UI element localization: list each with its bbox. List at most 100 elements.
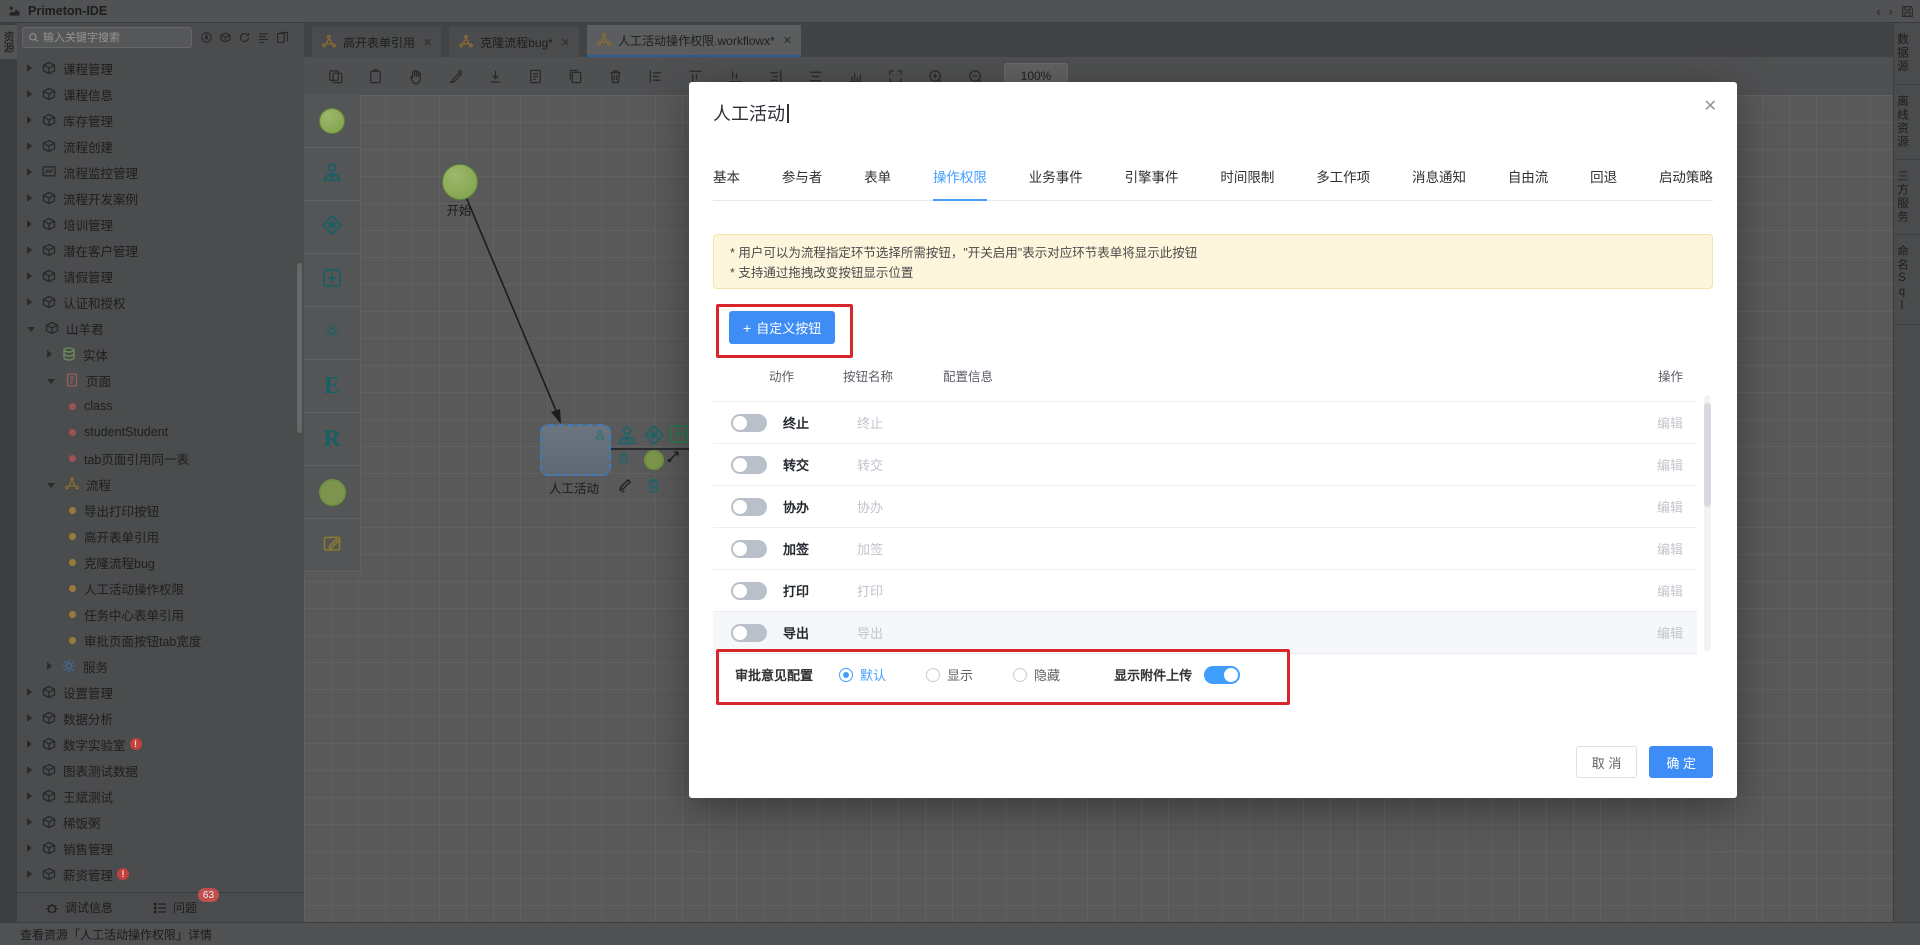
tree-item-审批页面按钮tab宽度[interactable]: 审批页面按钮tab宽度 <box>17 627 304 653</box>
tree-item-课程管理[interactable]: 课程管理 <box>17 55 304 81</box>
tree-item-销售管理[interactable]: 销售管理 <box>17 835 304 861</box>
chevron-right-icon[interactable] <box>27 90 32 98</box>
download-icon[interactable] <box>486 67 504 85</box>
tree-item-人工活动操作权限[interactable]: 人工活动操作权限 <box>17 575 304 601</box>
quick-subflow-plus[interactable] <box>668 423 690 445</box>
chevron-right-icon[interactable] <box>47 350 52 358</box>
tree-item-导出打印按钮[interactable]: 导出打印按钮 <box>17 497 304 523</box>
toggle-switch[interactable] <box>731 581 767 600</box>
quick-gateway-diamond[interactable] <box>643 424 665 446</box>
tree-item-库存管理[interactable]: 库存管理 <box>17 107 304 133</box>
tree-item-流程创建[interactable]: 流程创建 <box>17 133 304 159</box>
chevron-right-icon[interactable] <box>27 116 32 124</box>
close-tab-icon[interactable]: ✕ <box>783 34 792 47</box>
tree-item-数据分析[interactable]: 数据分析 <box>17 705 304 731</box>
chevron-right-icon[interactable] <box>27 64 32 72</box>
tree-item-流程[interactable]: 流程 <box>17 471 304 497</box>
close-tab-icon[interactable]: ✕ <box>561 36 570 49</box>
tree-item-页面[interactable]: 页面 <box>17 367 304 393</box>
sidebar-scrollbar[interactable] <box>297 263 302 433</box>
right-tab-三方服务[interactable]: 三方服务 <box>1894 160 1920 235</box>
attachment-upload-toggle[interactable] <box>1204 665 1241 684</box>
edit-link[interactable]: 编辑 <box>1603 497 1683 516</box>
table-scrollbar[interactable] <box>1704 395 1711 651</box>
clipboard-icon[interactable] <box>366 67 384 85</box>
align-left-icon[interactable] <box>646 67 664 85</box>
debug-info-button[interactable]: 调试信息 <box>45 899 113 916</box>
palette-participant[interactable] <box>304 148 360 201</box>
quick-gear[interactable] <box>616 450 632 466</box>
palette-glyph-E[interactable]: E <box>304 360 360 413</box>
tree-item-王斌测试[interactable]: 王斌测试 <box>17 783 304 809</box>
tree-item-任务中心表单引用[interactable]: 任务中心表单引用 <box>17 601 304 627</box>
palette-start-circle[interactable] <box>304 95 360 148</box>
dialog-tab-多工作项[interactable]: 多工作项 <box>1316 166 1370 200</box>
dialog-tab-消息通知[interactable]: 消息通知 <box>1412 166 1466 200</box>
start-node[interactable] <box>442 164 478 200</box>
quick-arrow-ne[interactable] <box>666 448 682 464</box>
chevron-right-icon[interactable] <box>27 766 32 774</box>
chevron-right-icon[interactable] <box>27 792 32 800</box>
chevron-right-icon[interactable] <box>27 298 32 306</box>
tree-item-薪资管理[interactable]: 薪资管理! <box>17 861 304 887</box>
tree-item-流程监控管理[interactable]: 流程监控管理 <box>17 159 304 185</box>
tree-item-培训管理[interactable]: 培训管理 <box>17 211 304 237</box>
cube-icon[interactable] <box>219 31 232 44</box>
toggle-switch[interactable] <box>731 497 767 516</box>
toggle-switch[interactable] <box>731 623 767 642</box>
chevron-right-icon[interactable] <box>27 220 32 228</box>
dialog-tab-启动策略[interactable]: 启动策略 <box>1659 166 1713 200</box>
right-tab-数据源[interactable]: 数据源 <box>1894 23 1920 85</box>
dialog-title[interactable]: 人工活动 <box>713 100 789 126</box>
trash-icon[interactable] <box>606 67 624 85</box>
tree-item-实体[interactable]: 实体 <box>17 341 304 367</box>
tree-item-设置管理[interactable]: 设置管理 <box>17 679 304 705</box>
tree-item-studentStudent[interactable]: studentStudent <box>17 419 304 445</box>
dialog-tab-参与者[interactable]: 参与者 <box>782 166 823 200</box>
cancel-button[interactable]: 取 消 <box>1575 746 1638 778</box>
document-icon[interactable] <box>526 67 544 85</box>
editor-tab[interactable]: 克隆流程bug* ✕ <box>449 27 580 57</box>
dialog-tab-回退[interactable]: 回退 <box>1590 166 1617 200</box>
refresh-icon[interactable] <box>238 31 251 44</box>
chevron-right-icon[interactable] <box>27 246 32 254</box>
tree-item-tab页面引用同一表[interactable]: tab页面引用同一表 <box>17 445 304 471</box>
nav-back-icon[interactable]: ‹ <box>1876 5 1880 18</box>
brush-icon[interactable] <box>446 67 464 85</box>
tree-item-认证和授权[interactable]: 认证和授权 <box>17 289 304 315</box>
editor-tab[interactable]: 高开表单引用 ✕ <box>312 27 442 57</box>
close-tab-icon[interactable]: ✕ <box>423 36 432 49</box>
chevron-down-icon[interactable] <box>47 482 55 488</box>
dialog-tab-操作权限[interactable]: 操作权限 <box>932 166 987 201</box>
chevron-right-icon[interactable] <box>47 662 52 670</box>
edit-link[interactable]: 编辑 <box>1603 581 1683 600</box>
chevron-down-icon[interactable] <box>27 326 35 332</box>
nav-forward-icon[interactable]: › <box>1889 5 1893 18</box>
tree-item-高开表单引用[interactable]: 高开表单引用 <box>17 523 304 549</box>
tree-item-数字实验室[interactable]: 数字实验室! <box>17 731 304 757</box>
tree-item-稀饭粥[interactable]: 稀饭粥 <box>17 809 304 835</box>
copy-icon[interactable] <box>326 67 344 85</box>
dialog-tab-时间限制[interactable]: 时间限制 <box>1220 166 1274 200</box>
palette-end-circle[interactable] <box>304 466 360 519</box>
dialog-tab-表单[interactable]: 表单 <box>864 166 891 200</box>
dialog-tab-业务事件[interactable]: 业务事件 <box>1029 166 1083 200</box>
chevron-right-icon[interactable] <box>27 714 32 722</box>
hand-icon[interactable] <box>406 67 424 85</box>
chevron-right-icon[interactable] <box>27 688 32 696</box>
toggle-switch[interactable] <box>731 413 767 432</box>
task-node-selected[interactable] <box>540 424 611 476</box>
quick-end-circle[interactable] <box>644 450 664 470</box>
tree-item-请假管理[interactable]: 请假管理 <box>17 263 304 289</box>
problems-button[interactable]: 问题 63 <box>153 888 220 916</box>
edit-link[interactable]: 编辑 <box>1603 539 1683 558</box>
search-input[interactable]: 输入关键字搜索 <box>22 26 192 48</box>
tree-item-图表测试数据[interactable]: 图表测试数据 <box>17 757 304 783</box>
editor-tab[interactable]: 人工活动操作权限.workflowx* ✕ <box>587 25 802 57</box>
save-icon[interactable] <box>1901 5 1914 18</box>
chevron-right-icon[interactable] <box>27 870 32 878</box>
tree-item-课程信息[interactable]: 课程信息 <box>17 81 304 107</box>
dialog-tab-基本[interactable]: 基本 <box>713 166 740 200</box>
chevron-right-icon[interactable] <box>27 168 32 176</box>
ai-icon[interactable] <box>200 31 213 44</box>
